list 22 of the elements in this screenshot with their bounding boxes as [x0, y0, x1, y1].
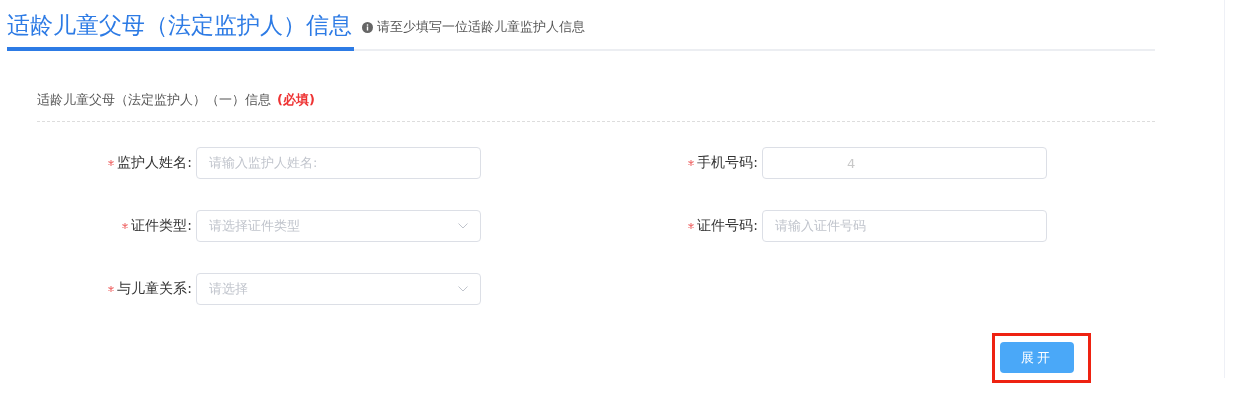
hint-text: 请至少填写一位适龄儿童监护人信息 — [377, 18, 585, 36]
section-tab-title[interactable]: 适龄儿童父母（法定监护人）信息 — [7, 10, 354, 51]
field-label: 监护人姓名: — [117, 154, 192, 172]
select-field[interactable]: 请选择 — [196, 273, 481, 305]
required-asterisk-icon — [108, 286, 115, 292]
required-asterisk-icon — [122, 223, 129, 229]
field-label: 证件类型: — [131, 217, 192, 235]
required-asterisk-icon — [108, 160, 115, 166]
required-note: (必填) — [277, 92, 315, 107]
input-field[interactable]: 请输入监护人姓名: — [196, 147, 481, 179]
required-asterisk-icon — [688, 223, 695, 229]
section-title: 适龄儿童父母（法定监护人）（一）信息 — [37, 92, 271, 107]
field-label: 证件号码: — [697, 217, 758, 235]
required-asterisk-icon — [688, 160, 695, 166]
expand-button[interactable]: 展开 — [1000, 342, 1074, 373]
chevron-down-icon — [458, 223, 468, 229]
info-icon — [362, 21, 373, 33]
input-field[interactable]: 请输入证件号码 — [762, 210, 1047, 242]
select-field[interactable]: 请选择证件类型 — [196, 210, 481, 242]
chevron-down-icon — [458, 286, 468, 292]
field-label: 与儿童关系: — [117, 280, 192, 298]
field-label: 手机号码: — [697, 154, 758, 172]
